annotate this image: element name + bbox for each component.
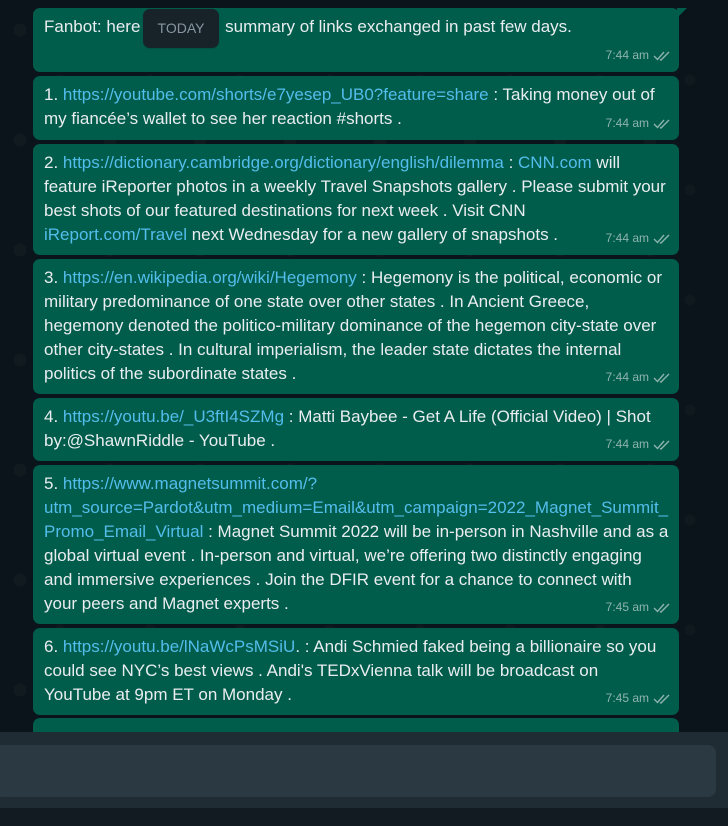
message-bubble-partial[interactable]	[33, 718, 679, 732]
double-check-icon	[653, 440, 670, 450]
double-check-icon	[653, 694, 670, 704]
message-meta: 7:44 am	[606, 365, 671, 389]
message-meta: 7:44 am	[606, 226, 671, 250]
message-meta: 7:44 am	[606, 111, 671, 135]
message-bubble[interactable]: 2. https://dictionary.cambridge.org/dict…	[33, 144, 679, 255]
footer-strip	[0, 808, 728, 826]
message-time: 7:44 am	[605, 370, 649, 384]
double-check-icon	[653, 603, 670, 613]
message-link[interactable]: CNN.com	[518, 153, 592, 172]
message-bubble[interactable]: 5. https://www.magnetsummit.com/?utm_sou…	[33, 465, 679, 624]
message-index: 6.	[44, 637, 63, 656]
message-text: :	[503, 153, 519, 172]
message-bubble[interactable]: 4. https://youtu.be/_U3ftI4SZMg : Matti …	[33, 398, 679, 461]
message-composer	[0, 732, 728, 808]
double-check-icon	[653, 234, 670, 244]
bubble-tail	[677, 8, 687, 18]
message-index: 3.	[44, 268, 63, 287]
message-time: 7:45 am	[605, 691, 649, 705]
message-meta: 7:45 am	[606, 686, 671, 710]
message-link[interactable]: https://youtube.com/shorts/e7yesep_UB0?f…	[63, 85, 489, 104]
message-meta: 7:45 am	[606, 595, 671, 619]
message-time: 7:44 am	[605, 231, 649, 245]
double-check-icon	[653, 119, 670, 129]
date-chip: TODAY	[143, 9, 219, 48]
double-check-icon	[653, 373, 670, 383]
message-index: 5.	[44, 474, 63, 493]
double-check-icon	[653, 51, 670, 61]
message-time: 7:44 am	[605, 48, 649, 62]
message-link[interactable]: iReport.com/Travel	[44, 225, 187, 244]
message-text: next Wednesday for a new gallery of snap…	[186, 225, 559, 244]
message-index: 2.	[44, 153, 63, 172]
message-link[interactable]: https://youtu.be/lNaWcPsMSiU	[63, 637, 295, 656]
message-index: 1.	[44, 85, 63, 104]
message-text: Fanbot: here	[44, 17, 141, 36]
message-bubble[interactable]: 6. https://youtu.be/lNaWcPsMSiU. : Andi …	[33, 628, 679, 715]
message-time: 7:45 am	[605, 600, 649, 614]
message-link[interactable]: https://dictionary.cambridge.org/diction…	[63, 153, 504, 172]
message-bubble[interactable]: 3. https://en.wikipedia.org/wiki/Hegemon…	[33, 259, 679, 394]
message-link[interactable]: https://youtu.be/_U3ftI4SZMg	[63, 407, 284, 426]
chat-area[interactable]: Fanbot: here summary of links exchanged …	[0, 0, 728, 732]
message-input[interactable]	[0, 745, 716, 797]
message-index: 4.	[44, 407, 63, 426]
message-time: 7:44 am	[605, 116, 649, 130]
message-bubble[interactable]: Fanbot: here summary of links exchanged …	[33, 8, 687, 72]
message-meta: 7:44 am	[606, 43, 671, 67]
message-time: 7:44 am	[605, 437, 649, 451]
message-meta: 7:44 am	[606, 432, 671, 456]
message-link[interactable]: https://en.wikipedia.org/wiki/Hegemony	[63, 268, 357, 287]
message-bubble[interactable]: 1. https://youtube.com/shorts/e7yesep_UB…	[33, 76, 679, 140]
message-text: summary of links exchanged in past few d…	[220, 17, 572, 36]
